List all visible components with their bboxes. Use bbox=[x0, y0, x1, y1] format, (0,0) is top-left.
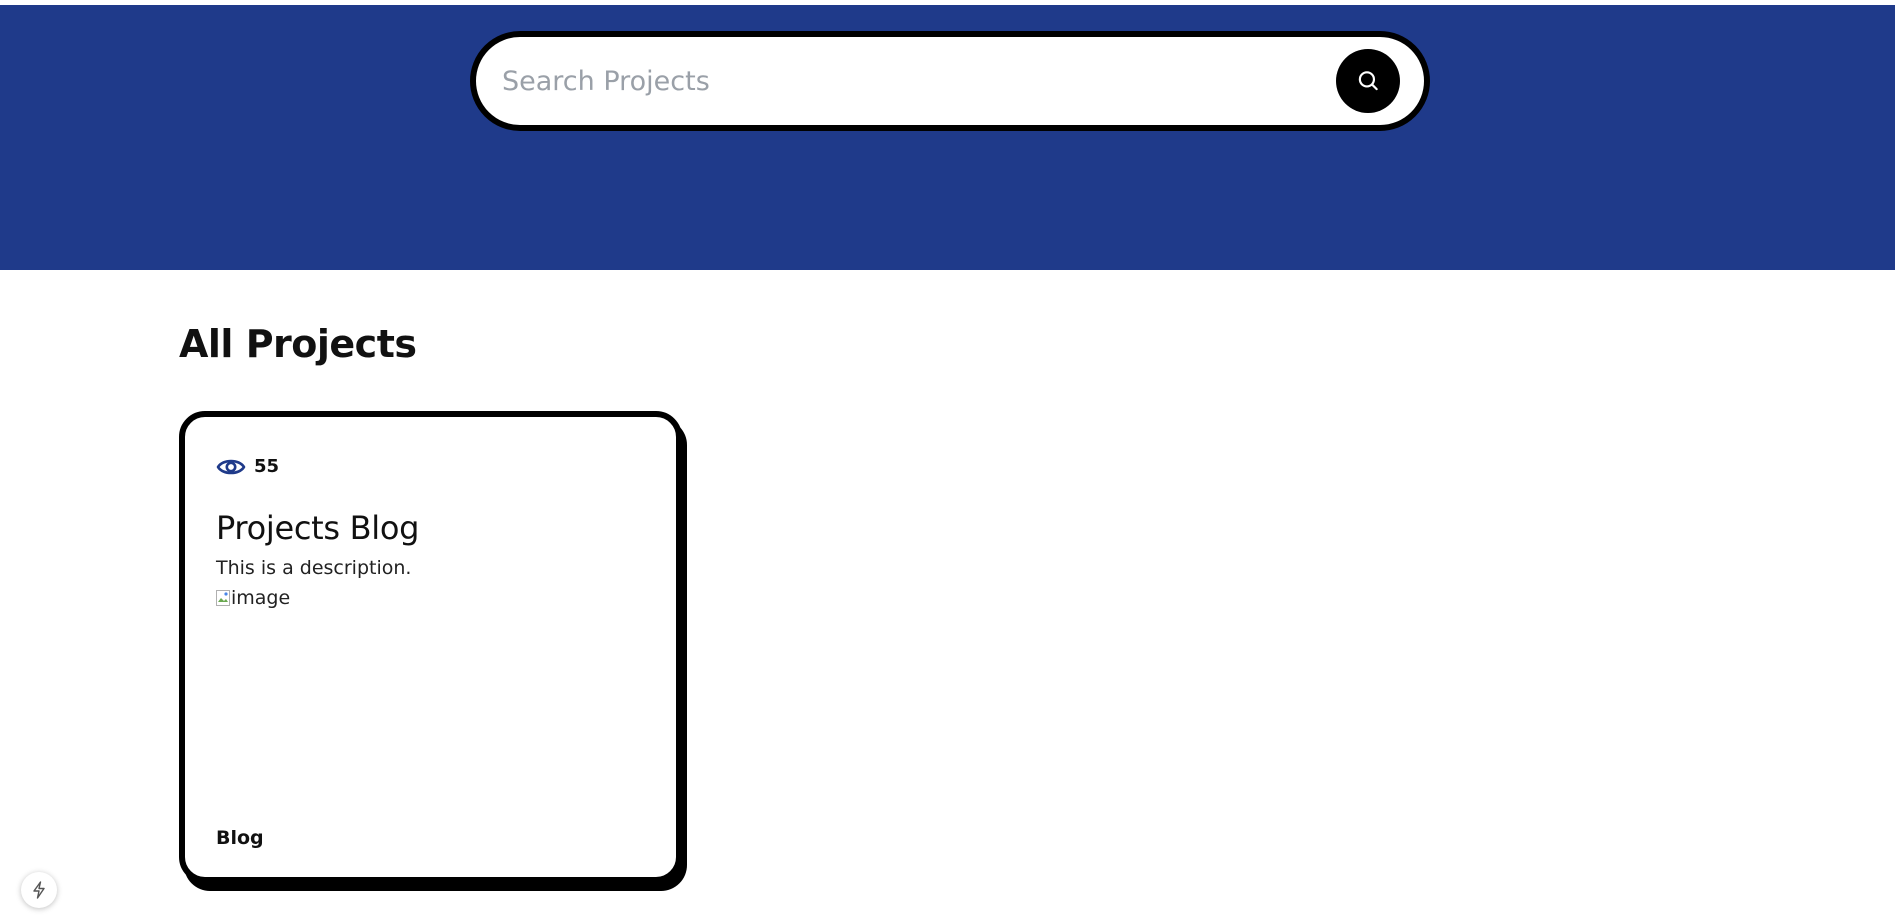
dev-tools-indicator[interactable] bbox=[21, 872, 57, 908]
hero-banner bbox=[0, 5, 1895, 270]
eye-icon bbox=[216, 459, 246, 474]
project-title: Projects Blog bbox=[216, 509, 420, 547]
views-counter: 55 bbox=[216, 456, 279, 477]
broken-image-icon bbox=[216, 590, 230, 606]
page-title: All Projects bbox=[179, 322, 417, 366]
search-bar bbox=[470, 31, 1430, 131]
project-image-alt: image bbox=[231, 587, 291, 609]
lightning-bolt-icon bbox=[33, 881, 45, 899]
views-count: 55 bbox=[254, 456, 280, 477]
project-tag: Blog bbox=[216, 827, 264, 849]
search-button[interactable] bbox=[1336, 49, 1400, 113]
project-card[interactable]: 55 Projects Blog This is a description. … bbox=[179, 411, 682, 883]
search-icon bbox=[1358, 71, 1378, 91]
project-description: This is a description. bbox=[216, 557, 412, 579]
search-input[interactable] bbox=[500, 50, 1336, 112]
project-image: image bbox=[216, 587, 290, 609]
